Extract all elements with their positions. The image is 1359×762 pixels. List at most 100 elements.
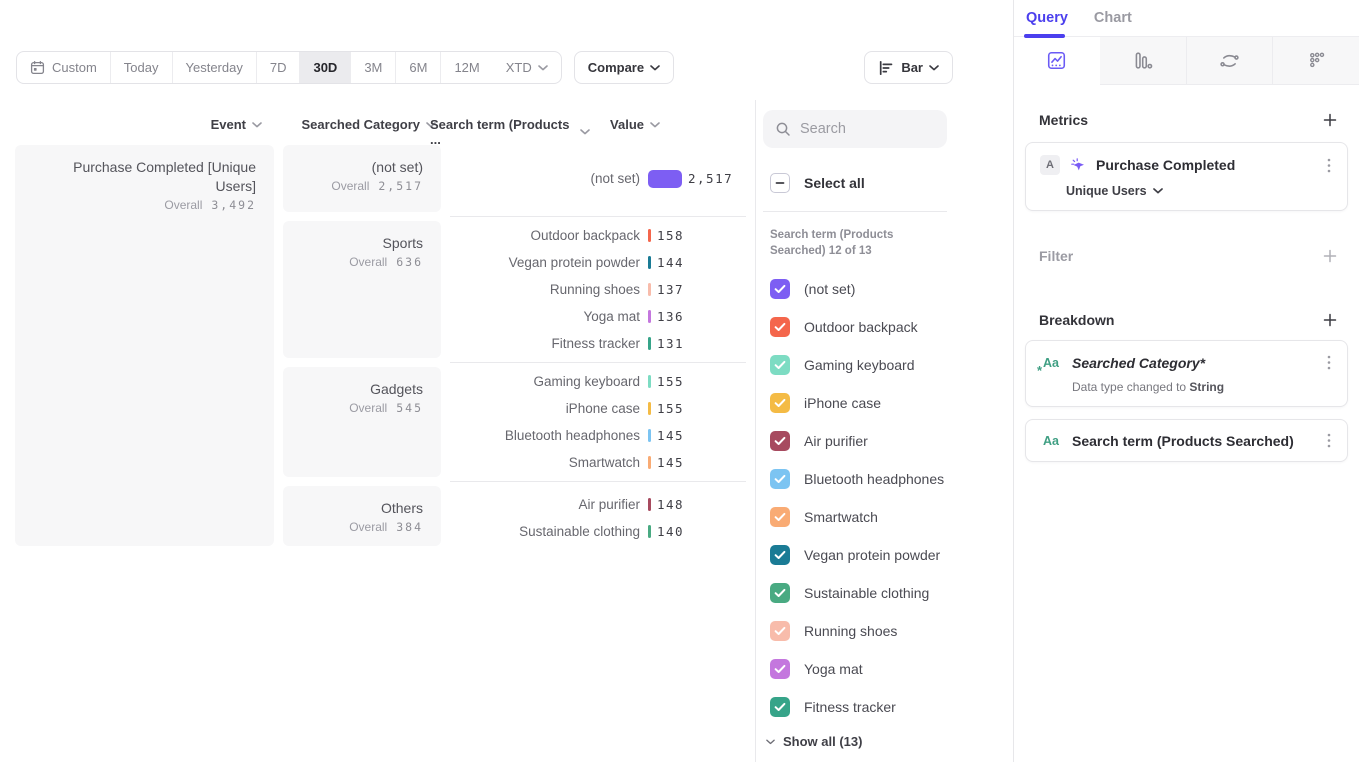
category-cell[interactable]: SportsOverall636 xyxy=(283,221,441,358)
filter-item[interactable]: Bluetooth headphones xyxy=(763,460,1013,498)
flows-icon xyxy=(1219,50,1240,71)
series-checkbox[interactable] xyxy=(770,583,790,603)
value-cell: 155 xyxy=(648,401,746,416)
search-term-row[interactable]: Outdoor backpack158 xyxy=(450,222,746,249)
event-cell[interactable]: Purchase Completed [Unique Users] Overal… xyxy=(15,145,274,546)
compare-button[interactable]: Compare xyxy=(574,51,674,84)
series-checkbox[interactable] xyxy=(770,697,790,717)
filter-item[interactable]: Gaming keyboard xyxy=(763,346,1013,384)
category-overall-row: Overall545 xyxy=(301,401,423,415)
series-checkbox[interactable] xyxy=(770,659,790,679)
range-3m-button[interactable]: 3M xyxy=(351,52,396,83)
category-cell[interactable]: Gadgets Overall545 xyxy=(283,367,441,477)
tab-funnels[interactable] xyxy=(1100,37,1186,85)
select-all-checkbox[interactable] xyxy=(770,173,790,193)
search-term-label: (not set) xyxy=(450,171,640,186)
breakdown-card-search-term[interactable]: Aa Search term (Products Searched) xyxy=(1025,419,1348,462)
show-all-button[interactable]: Show all (13) xyxy=(763,734,1013,749)
category-cell[interactable]: OthersOverall384 xyxy=(283,486,441,546)
search-term-row[interactable]: Vegan protein powder144 xyxy=(450,249,746,276)
string-property-icon: Aa * xyxy=(1040,354,1062,372)
series-search-box[interactable] xyxy=(763,110,947,148)
range-today-button[interactable]: Today xyxy=(111,52,173,83)
overall-label: Overall xyxy=(164,198,202,212)
search-term-row[interactable]: Gaming keyboard155 xyxy=(450,368,746,395)
range-yesterday-button[interactable]: Yesterday xyxy=(173,52,257,83)
range-custom-button[interactable]: Custom xyxy=(17,52,111,83)
aa-glyph: Aa xyxy=(1043,356,1059,370)
metric-card-row: A Purchase Completed xyxy=(1040,155,1333,175)
value-label: 158 xyxy=(657,228,684,243)
add-breakdown-button[interactable] xyxy=(1323,313,1337,327)
filter-item[interactable]: Smartwatch xyxy=(763,498,1013,536)
metric-card[interactable]: A Purchase Completed Unique Users xyxy=(1025,142,1348,211)
filter-item[interactable]: Air purifier xyxy=(763,422,1013,460)
filter-item[interactable]: Sustainable clothing xyxy=(763,574,1013,612)
value-label: 145 xyxy=(657,428,684,443)
search-term-row[interactable]: Running shoes137 xyxy=(450,276,746,303)
tab-insights[interactable] xyxy=(1014,37,1100,85)
filter-item[interactable]: (not set) xyxy=(763,270,1013,308)
column-header-category[interactable]: Searched Category xyxy=(286,117,436,132)
tab-retention[interactable] xyxy=(1272,37,1359,85)
range-xtd-button[interactable]: XTD xyxy=(493,52,561,83)
series-checkbox[interactable] xyxy=(770,317,790,337)
filter-item[interactable]: Yoga mat xyxy=(763,650,1013,688)
filter-item-label: (not set) xyxy=(804,281,855,297)
series-checkbox[interactable] xyxy=(770,431,790,451)
select-all-row[interactable]: Select all xyxy=(763,173,1013,193)
metric-options-button[interactable] xyxy=(1325,156,1333,175)
search-term-label: iPhone case xyxy=(450,401,640,416)
search-term-row[interactable]: Yoga mat136 xyxy=(450,303,746,330)
tab-query[interactable]: Query xyxy=(1026,10,1068,26)
column-header-value[interactable]: Value xyxy=(586,117,660,132)
check-icon xyxy=(774,360,786,370)
search-term-row[interactable]: (not set) 2,517 xyxy=(450,146,746,211)
category-cell[interactable]: (not set)Overall2,517 xyxy=(283,145,441,212)
range-7d-button[interactable]: 7D xyxy=(257,52,301,83)
compare-label: Compare xyxy=(588,60,644,75)
indeterminate-icon xyxy=(774,177,786,189)
filter-item[interactable]: Outdoor backpack xyxy=(763,308,1013,346)
breakdown-options-button[interactable] xyxy=(1325,353,1333,372)
column-header-search-term[interactable]: Search term (Products ... xyxy=(430,117,590,147)
column-header-event[interactable]: Event xyxy=(115,117,262,132)
table-group: SportsOverall636 Outdoor backpack158Vegan… xyxy=(283,221,746,358)
series-checkbox[interactable] xyxy=(770,507,790,527)
category-name: Gadgets xyxy=(301,380,423,399)
chart-type-button[interactable]: Bar xyxy=(864,51,953,84)
series-checkbox[interactable] xyxy=(770,355,790,375)
chevron-down-icon xyxy=(650,122,660,128)
search-term-row[interactable]: iPhone case 155 xyxy=(450,395,746,422)
range-6m-button[interactable]: 6M xyxy=(396,52,441,83)
search-term-row[interactable]: Fitness tracker131 xyxy=(450,330,746,357)
breakdown-card-searched-category[interactable]: Aa * Searched Category* Data type change… xyxy=(1025,340,1348,407)
add-filter-button[interactable] xyxy=(1323,249,1337,263)
metric-mode-dropdown[interactable]: Unique Users xyxy=(1066,184,1333,198)
range-12m-button[interactable]: 12M xyxy=(441,52,492,83)
search-term-row[interactable]: Smartwatch145 xyxy=(450,449,746,476)
filter-item[interactable]: Fitness tracker xyxy=(763,688,1013,726)
series-checkbox[interactable] xyxy=(770,279,790,299)
value-label: 2,517 xyxy=(688,171,733,186)
filter-item[interactable]: iPhone case xyxy=(763,384,1013,422)
add-metric-button[interactable] xyxy=(1323,113,1337,127)
series-checkbox[interactable] xyxy=(770,545,790,565)
series-checkbox[interactable] xyxy=(770,393,790,413)
tab-flows[interactable] xyxy=(1186,37,1273,85)
filter-item-label: Gaming keyboard xyxy=(804,357,915,373)
filter-item[interactable]: Running shoes xyxy=(763,612,1013,650)
search-term-row[interactable]: Bluetooth headphones145 xyxy=(450,422,746,449)
search-term-row[interactable]: Sustainable clothing140 xyxy=(450,518,746,545)
tab-chart[interactable]: Chart xyxy=(1094,10,1132,26)
filter-item-label: Sustainable clothing xyxy=(804,585,929,601)
range-30d-button[interactable]: 30D xyxy=(300,52,351,83)
range-xtd-label: XTD xyxy=(506,60,532,75)
filter-item[interactable]: Vegan protein powder xyxy=(763,536,1013,574)
search-term-row[interactable]: Air purifier148 xyxy=(450,491,746,518)
series-search-input[interactable] xyxy=(800,121,930,137)
search-term-label: Yoga mat xyxy=(450,309,640,324)
series-checkbox[interactable] xyxy=(770,621,790,641)
breakdown-options-button[interactable] xyxy=(1325,431,1333,450)
series-checkbox[interactable] xyxy=(770,469,790,489)
